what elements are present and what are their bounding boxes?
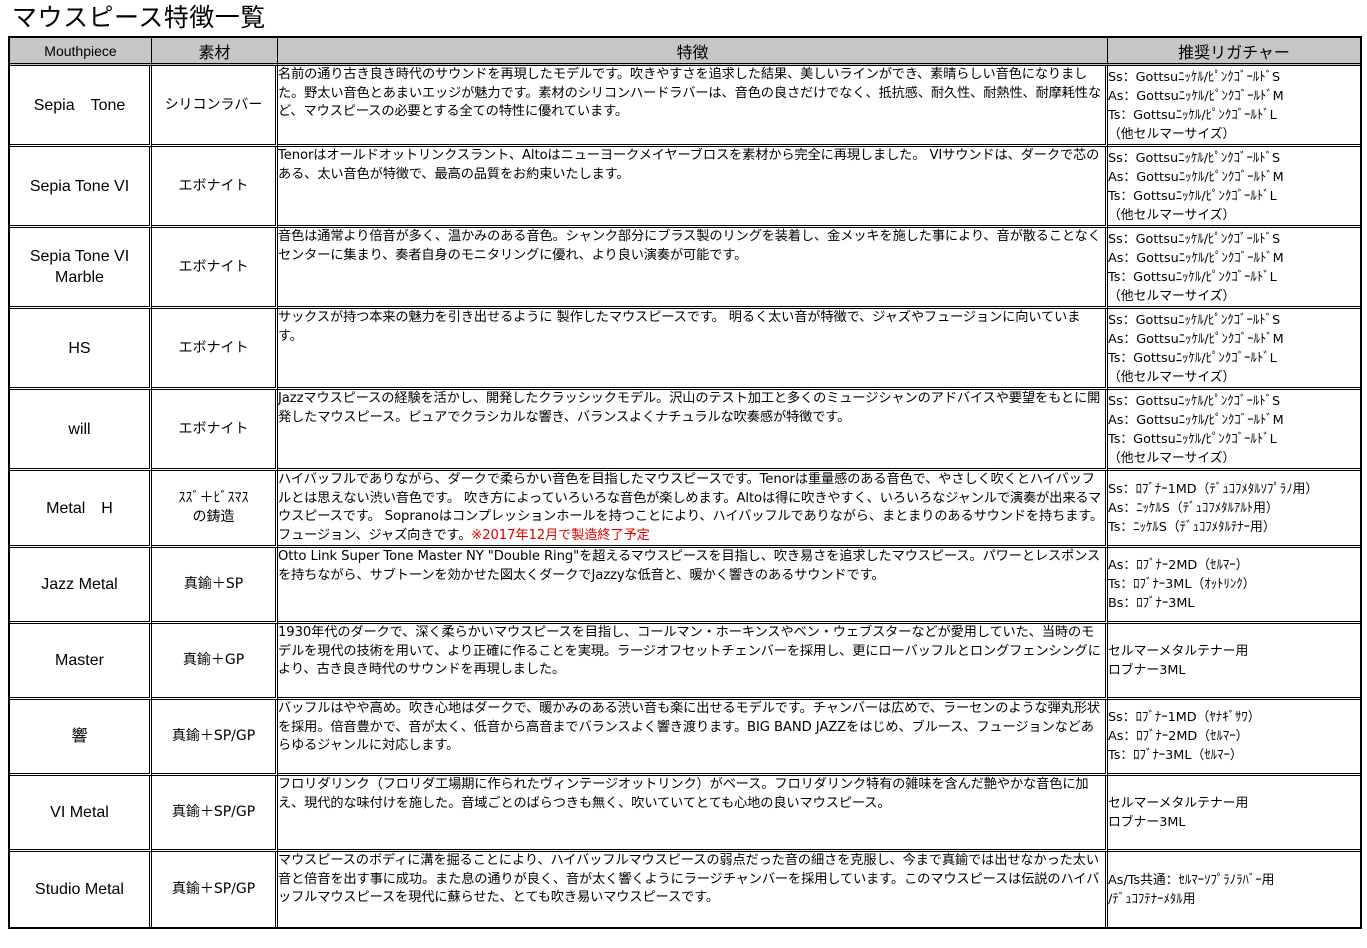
ligature-line: As：ﾛﾌﾞﾅｰ2MD（ｾﾙﾏｰ） [1108,558,1249,573]
features-cell: Jazzマウスピースの経験を活かし、開発したクラッシックモデル。沢山のテスト加工… [278,390,1108,471]
table-row: Sepia Tone VI エボナイト Tenorはオールドオットリンクスラント… [10,147,1360,228]
ligature-line: Ts：Gottsuﾆｯｹﾙ/ﾋﾟﾝｸｺﾞｰﾙﾄﾞL [1108,189,1277,204]
ligature-line: Ss：Gottsuﾆｯｹﾙ/ﾋﾟﾝｸｺﾞｰﾙﾄﾞS [1108,151,1281,166]
ligature-line: （他セルマーサイズ） [1108,451,1236,466]
header-ligature: 推奨リガチャー [1108,38,1360,66]
ligature-line: セルマーメタルテナー用 [1108,795,1249,811]
header-mouthpiece: Mouthpiece [10,38,152,66]
mouthpiece-name: Sepia Tone VI [10,147,152,228]
ligature-line: Ss：Gottsuﾆｯｹﾙ/ﾋﾟﾝｸｺﾞｰﾙﾄﾞS [1108,70,1281,85]
features-cell: 名前の通り古き良き時代のサウンドを再現したモデルです。吹きやすさを追求した結果、… [278,66,1108,147]
features-cell: 1930年代のダークで、深く柔らかいマウスピースを目指し、コールマン・ホーキンス… [278,624,1108,700]
ligature-line: As：ﾛﾌﾞﾅｰ2MD（ｾﾙﾏｰ） [1108,729,1249,744]
mouthpiece-name: Sepia Tone [10,66,152,147]
material-cell: 真鍮＋SP/GP [152,776,278,852]
ligature-cell: Ss：ﾛﾌﾞﾅｰ1MD（ﾃﾞｭｺﾌﾒﾀﾙｿﾌﾟﾗﾉ用） As：ﾆｯｹﾙS（ﾃﾞｭ… [1108,471,1360,548]
features-cell: フロリダリンク（フロリダ工場期に作られたヴィンテージオットリンク）がベース。フロ… [278,776,1108,852]
material-cell: エボナイト [152,147,278,228]
ligature-line: （他セルマーサイズ） [1108,127,1236,142]
mouthpiece-name: HS [10,309,152,390]
table-row: 響 真鍮＋SP/GP バッフルはやや高め。吹き心地はダークで、暖かみのある渋い音… [10,700,1360,776]
table-row: Metal H ｽｽﾞ＋ﾋﾞｽﾏｽ の鋳造 ハイバッフルでありながら、ダークで柔… [10,471,1360,548]
table-row: Studio Metal 真鍮＋SP/GP マウスピースのボディに溝を掘ることに… [10,852,1360,927]
ligature-line: Ss：Gottsuﾆｯｹﾙ/ﾋﾟﾝｸｺﾞｰﾙﾄﾞS [1108,394,1281,409]
header-features: 特徴 [278,38,1108,66]
ligature-line: Ss：ﾛﾌﾞﾅｰ1MD（ﾔﾅｷﾞｻﾜ） [1108,710,1261,725]
mouthpiece-table: Mouthpiece 素材 特徴 推奨リガチャー Sepia Tone シリコン… [8,36,1362,929]
features-cell: マウスピースのボディに溝を掘ることにより、ハイバッフルマウスピースの弱点だった音… [278,852,1108,927]
material-cell: 真鍮＋SP/GP [152,700,278,776]
table-row: HS エボナイト サックスが持つ本来の魅力を引き出せるように 製作したマウスピー… [10,309,1360,390]
ligature-line: As：Gottsuﾆｯｹﾙ/ﾋﾟﾝｸｺﾞｰﾙﾄﾞM [1108,251,1284,266]
mouthpiece-name: 響 [10,700,152,776]
mouthpiece-name: Jazz Metal [10,548,152,624]
ligature-cell: Ss：Gottsuﾆｯｹﾙ/ﾋﾟﾝｸｺﾞｰﾙﾄﾞS As：Gottsuﾆｯｹﾙ/… [1108,147,1360,228]
ligature-cell: Ss：Gottsuﾆｯｹﾙ/ﾋﾟﾝｸｺﾞｰﾙﾄﾞS As：Gottsuﾆｯｹﾙ/… [1108,390,1360,471]
ligature-line: Ss：Gottsuﾆｯｹﾙ/ﾋﾟﾝｸｺﾞｰﾙﾄﾞS [1108,313,1281,328]
ligature-cell: セルマーメタルテナー用 ロブナー3ML [1108,624,1360,700]
ligature-line: As/Ts共通：ｾﾙﾏｰｿﾌﾟﾗﾉﾗﾊﾞｰ用 [1108,872,1275,888]
material-cell: ｽｽﾞ＋ﾋﾞｽﾏｽ の鋳造 [152,471,278,548]
mouthpiece-name: Studio Metal [10,852,152,927]
ligature-line: ロブナー3ML [1108,814,1186,830]
ligature-line: As：Gottsuﾆｯｹﾙ/ﾋﾟﾝｸｺﾞｰﾙﾄﾞM [1108,89,1284,104]
ligature-line: As：Gottsuﾆｯｹﾙ/ﾋﾟﾝｸｺﾞｰﾙﾄﾞM [1108,332,1284,347]
ligature-line: Ts：ﾛﾌﾞﾅｰ3ML（ｵｯﾄﾘﾝｸ） [1108,577,1256,592]
ligature-cell: Ss：ﾛﾌﾞﾅｰ1MD（ﾔﾅｷﾞｻﾜ） As：ﾛﾌﾞﾅｰ2MD（ｾﾙﾏｰ） Ts… [1108,700,1360,776]
ligature-line: （他セルマーサイズ） [1108,208,1236,223]
ligature-line: As：Gottsuﾆｯｹﾙ/ﾋﾟﾝｸｺﾞｰﾙﾄﾞM [1108,170,1284,185]
table-row: Master 真鍮＋GP 1930年代のダークで、深く柔らかいマウスピースを目指… [10,624,1360,700]
table-row: will エボナイト Jazzマウスピースの経験を活かし、開発したクラッシックモ… [10,390,1360,471]
ligature-line: （他セルマーサイズ） [1108,370,1236,385]
ligature-cell: As：ﾛﾌﾞﾅｰ2MD（ｾﾙﾏｰ） Ts：ﾛﾌﾞﾅｰ3ML（ｵｯﾄﾘﾝｸ） Bs… [1108,548,1360,624]
material-cell: シリコンラバー [152,66,278,147]
material-cell: エボナイト [152,390,278,471]
table-row: Jazz Metal 真鍮＋SP Otto Link Super Tone Ma… [10,548,1360,624]
features-cell: ハイバッフルでありながら、ダークで柔らかい音色を目指したマウスピースです。Ten… [278,471,1108,548]
features-cell: Tenorはオールドオットリンクスラント、Altoはニューヨークメイヤーブロスを… [278,147,1108,228]
mouthpiece-name: Metal H [10,471,152,548]
ligature-line: Ts：Gottsuﾆｯｹﾙ/ﾋﾟﾝｸｺﾞｰﾙﾄﾞL [1108,108,1277,123]
ligature-line: ロブナー3ML [1108,662,1186,678]
material-cell: エボナイト [152,228,278,309]
ligature-cell: As/Ts共通：ｾﾙﾏｰｿﾌﾟﾗﾉﾗﾊﾞｰ用 /ﾃﾞｭｺﾌﾃﾅｰﾒﾀﾙ用 [1108,852,1360,927]
ligature-cell: Ss：Gottsuﾆｯｹﾙ/ﾋﾟﾝｸｺﾞｰﾙﾄﾞS As：Gottsuﾆｯｹﾙ/… [1108,228,1360,309]
header-row: Mouthpiece 素材 特徴 推奨リガチャー [10,38,1360,66]
ligature-cell: Ss：Gottsuﾆｯｹﾙ/ﾋﾟﾝｸｺﾞｰﾙﾄﾞS As：Gottsuﾆｯｹﾙ/… [1108,66,1360,147]
ligature-line: Ts：Gottsuﾆｯｹﾙ/ﾋﾟﾝｸｺﾞｰﾙﾄﾞL [1108,270,1277,285]
ligature-line: Ts：Gottsuﾆｯｹﾙ/ﾋﾟﾝｸｺﾞｰﾙﾄﾞL [1108,432,1277,447]
ligature-cell: セルマーメタルテナー用 ロブナー3ML [1108,776,1360,852]
ligature-line: As：Gottsuﾆｯｹﾙ/ﾋﾟﾝｸｺﾞｰﾙﾄﾞM [1108,413,1284,428]
material-cell: 真鍮＋SP [152,548,278,624]
ligature-line: Ts：ﾆｯｹﾙS（ﾃﾞｭｺﾌﾒﾀﾙﾃﾅｰ用） [1108,519,1276,535]
features-cell: 音色は通常より倍音が多く、温かみのある音色。シャンク部分にブラス製のリングを装着… [278,228,1108,309]
ligature-line: As：ﾆｯｹﾙS（ﾃﾞｭｺﾌﾒﾀﾙｱﾙﾄ用） [1108,500,1279,516]
mouthpiece-name: will [10,390,152,471]
page-title: マウスピース特徴一覧 [12,3,266,32]
ligature-line: Ss：ﾛﾌﾞﾅｰ1MD（ﾃﾞｭｺﾌﾒﾀﾙｿﾌﾟﾗﾉ用） [1108,481,1319,497]
material-cell: 真鍮＋GP [152,624,278,700]
ligature-line: セルマーメタルテナー用 [1108,643,1249,659]
features-cell: バッフルはやや高め。吹き心地はダークで、暖かみのある渋い音も楽に出せるモデルです… [278,700,1108,776]
table-row: Sepia Tone VI Marble エボナイト 音色は通常より倍音が多く、… [10,228,1360,309]
ligature-line: Bs：ﾛﾌﾞﾅｰ3ML [1108,596,1195,611]
mouthpiece-name: Sepia Tone VI Marble [10,228,152,309]
header-material: 素材 [152,38,278,66]
table-row: Sepia Tone シリコンラバー 名前の通り古き良き時代のサウンドを再現した… [10,66,1360,147]
ligature-line: /ﾃﾞｭｺﾌﾃﾅｰﾒﾀﾙ用 [1108,891,1196,907]
ligature-line: Ts：ﾛﾌﾞﾅｰ3ML（ｾﾙﾏｰ） [1108,748,1243,763]
features-text: ハイバッフルでありながら、ダークで柔らかい音色を目指したマウスピースです。Ten… [278,472,1104,543]
table-row: VI Metal 真鍮＋SP/GP フロリダリンク（フロリダ工場期に作られたヴィ… [10,776,1360,852]
mouthpiece-name: Master [10,624,152,700]
ligature-line: （他セルマーサイズ） [1108,289,1236,304]
ligature-line: Ts：Gottsuﾆｯｹﾙ/ﾋﾟﾝｸｺﾞｰﾙﾄﾞL [1108,351,1277,366]
discontinued-note: ※2017年12月で製造終了予定 [471,527,650,543]
material-cell: 真鍮＋SP/GP [152,852,278,927]
features-cell: サックスが持つ本来の魅力を引き出せるように 製作したマウスピースです。 明るく太… [278,309,1108,390]
mouthpiece-name: VI Metal [10,776,152,852]
material-cell: エボナイト [152,309,278,390]
features-cell: Otto Link Super Tone Master NY "Double R… [278,548,1108,624]
ligature-line: Ss：Gottsuﾆｯｹﾙ/ﾋﾟﾝｸｺﾞｰﾙﾄﾞS [1108,232,1281,247]
ligature-cell: Ss：Gottsuﾆｯｹﾙ/ﾋﾟﾝｸｺﾞｰﾙﾄﾞS As：Gottsuﾆｯｹﾙ/… [1108,309,1360,390]
